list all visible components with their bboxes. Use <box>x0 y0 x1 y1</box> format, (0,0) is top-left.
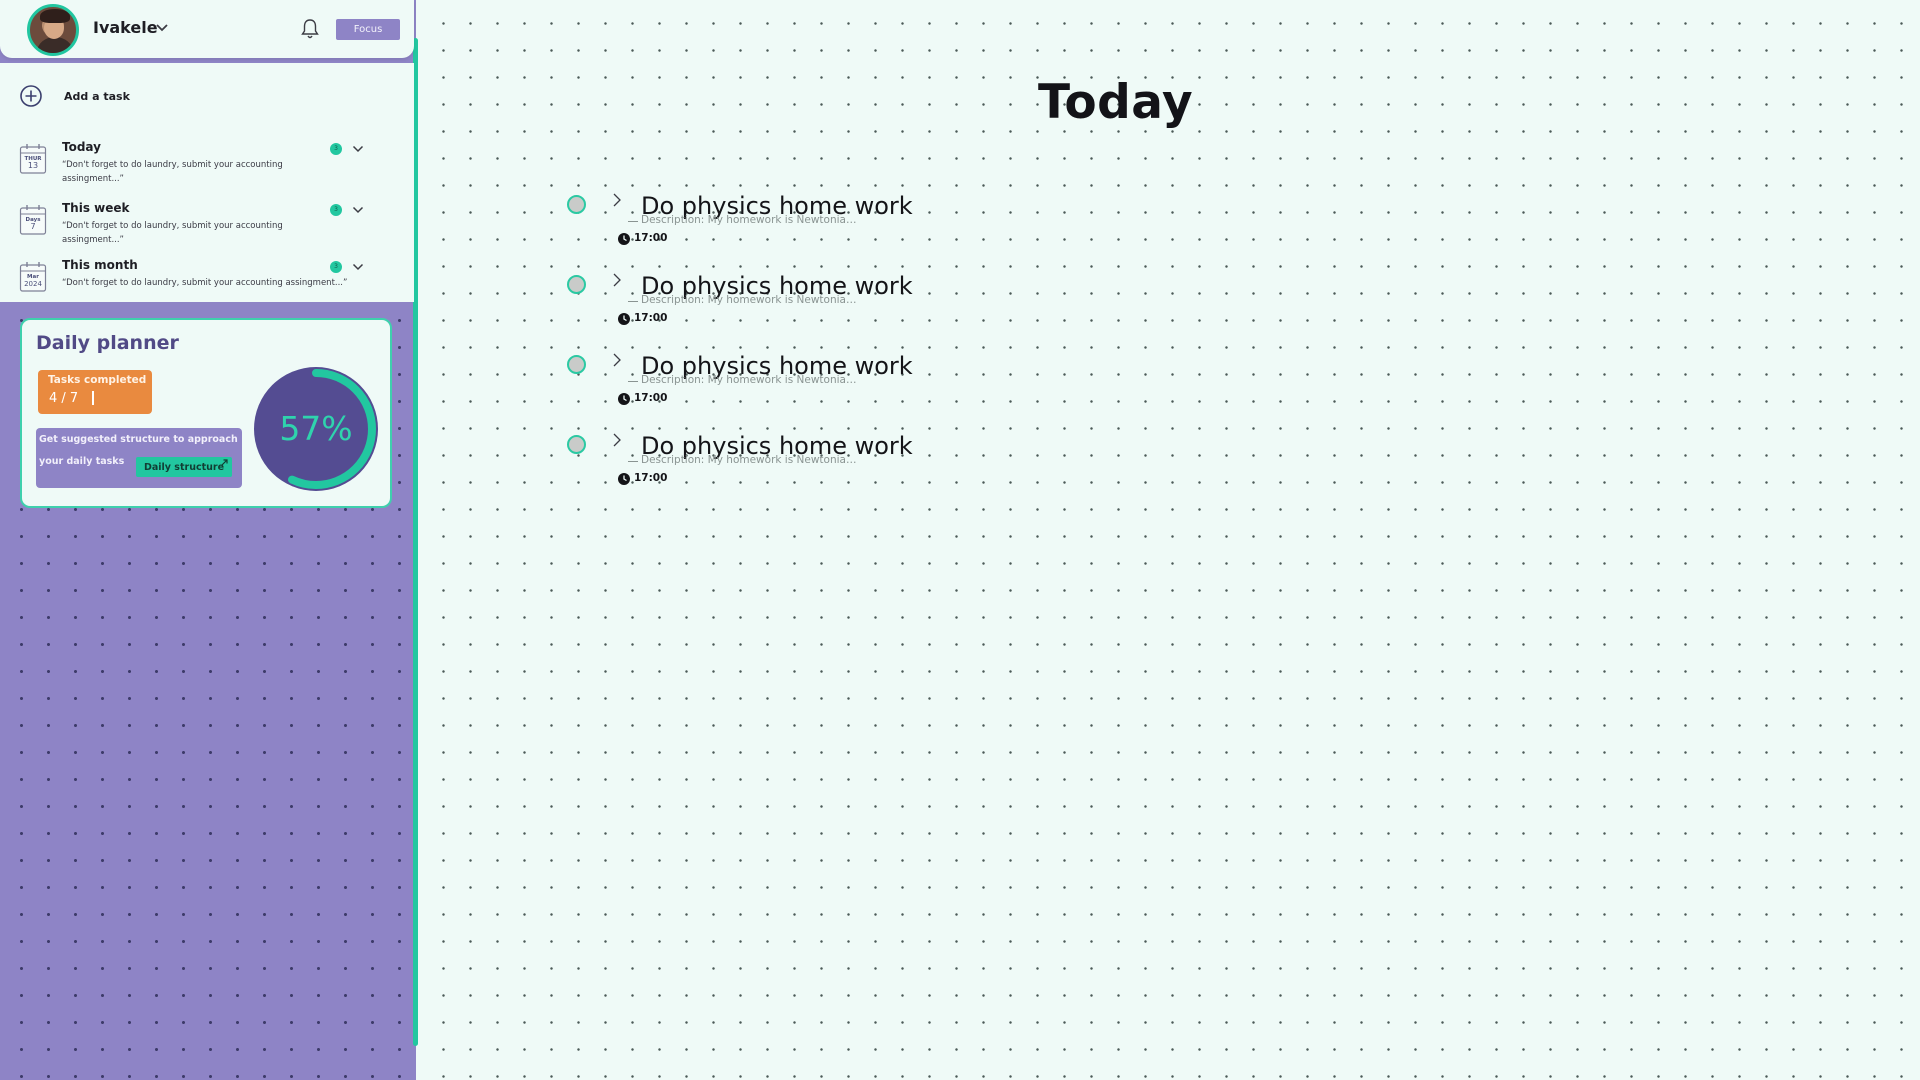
period-title: This week <box>62 201 130 215</box>
calendar-icon: Days 7 <box>19 205 47 235</box>
plus-circle-icon <box>20 85 42 107</box>
task-item[interactable]: Do physics home work Description: My hom… <box>418 270 1018 340</box>
chevron-right-icon[interactable] <box>612 272 622 288</box>
task-description: Description: My homework is Newtonian ph… <box>641 214 859 226</box>
count-badge: 3 <box>330 204 342 216</box>
user-header: Ivakele Focus <box>0 0 414 58</box>
chevron-down-icon[interactable] <box>352 206 364 214</box>
bell-icon[interactable] <box>300 18 320 40</box>
period-description: “Don't forget to do laundry, submit your… <box>62 221 283 245</box>
task-item[interactable]: Do physics home work Description: My hom… <box>418 190 1018 260</box>
tasks-completed-box: Tasks completed 4 / 7 <box>38 370 152 414</box>
calendar-icon: THUR 13 <box>19 144 47 174</box>
tasks-completed-label: Tasks completed <box>48 374 147 386</box>
divider <box>628 301 638 302</box>
task-time: 17:00 <box>634 472 668 484</box>
divider <box>628 461 638 462</box>
chevron-down-icon[interactable] <box>155 23 169 33</box>
task-item[interactable]: Do physics home work Description: My hom… <box>418 430 1018 500</box>
clock-icon <box>618 313 630 325</box>
avatar[interactable] <box>27 4 79 56</box>
external-link-icon <box>221 459 228 466</box>
clock-icon <box>618 233 630 245</box>
daily-planner-card: Daily planner Tasks completed 4 / 7 Get … <box>20 318 392 508</box>
period-title: Today <box>62 140 101 154</box>
task-panel: Add a task THUR 13 Today “Don't forget t… <box>0 63 414 302</box>
planner-title: Daily planner <box>36 332 179 354</box>
task-description: Description: My homework is Newtonian ph… <box>641 454 859 466</box>
calendar-number: 2024 <box>24 280 42 288</box>
task-time: 17:00 <box>634 232 668 244</box>
chevron-down-icon[interactable] <box>352 145 364 153</box>
chevron-right-icon[interactable] <box>612 352 622 368</box>
task-description: Description: My homework is Newtonian ph… <box>641 374 859 386</box>
add-task-label: Add a task <box>64 90 130 103</box>
progress-ring: 57% <box>254 367 378 491</box>
period-title: This month <box>62 258 138 272</box>
period-this-week[interactable]: Days 7 This week “Don't forget to do lau… <box>0 201 414 251</box>
clock-icon <box>618 473 630 485</box>
count-badge: 3 <box>330 261 342 273</box>
tasks-completed-value: 4 / 7 <box>49 391 79 406</box>
user-name[interactable]: Ivakele <box>93 18 158 37</box>
daily-structure-label: Daily structure <box>144 461 225 473</box>
suggest-structure-box: Get suggested structure to approach your… <box>36 428 242 488</box>
task-checkbox[interactable] <box>567 275 586 294</box>
period-today[interactable]: THUR 13 Today “Don't forget to do laundr… <box>0 140 414 190</box>
calendar-number: 7 <box>30 222 35 231</box>
text-cursor <box>92 391 94 405</box>
task-checkbox[interactable] <box>567 195 586 214</box>
divider <box>628 221 638 222</box>
chevron-right-icon[interactable] <box>612 192 622 208</box>
calendar-number: 13 <box>28 161 38 170</box>
divider <box>628 381 638 382</box>
period-this-month[interactable]: Mar 2024 This month “Don't forget to do … <box>0 258 414 308</box>
task-checkbox[interactable] <box>567 435 586 454</box>
task-checkbox[interactable] <box>567 355 586 374</box>
task-time: 17:00 <box>634 392 668 404</box>
clock-icon <box>618 393 630 405</box>
task-description: Description: My homework is Newtonian ph… <box>641 294 859 306</box>
task-item[interactable]: Do physics home work Description: My hom… <box>418 350 1018 420</box>
period-description: “Don't forget to do laundry, submit your… <box>62 278 348 288</box>
task-time: 17:00 <box>634 312 668 324</box>
calendar-icon: Mar 2024 <box>19 262 47 292</box>
period-description: “Don't forget to do laundry, submit your… <box>62 160 283 184</box>
count-badge: 3 <box>330 143 342 155</box>
focus-button[interactable]: Focus <box>336 19 400 40</box>
main-content: Today Do physics home work Description: … <box>418 0 1920 1080</box>
progress-percent: 57% <box>279 409 352 448</box>
page-title: Today <box>1038 75 1194 130</box>
daily-structure-button[interactable]: Daily structure <box>136 457 232 477</box>
chevron-right-icon[interactable] <box>612 432 622 448</box>
chevron-down-icon[interactable] <box>352 263 364 271</box>
sidebar: Ivakele Focus Add a task THUR 13 Today “… <box>0 0 418 1080</box>
app: Ivakele Focus Add a task THUR 13 Today “… <box>0 0 1920 1080</box>
